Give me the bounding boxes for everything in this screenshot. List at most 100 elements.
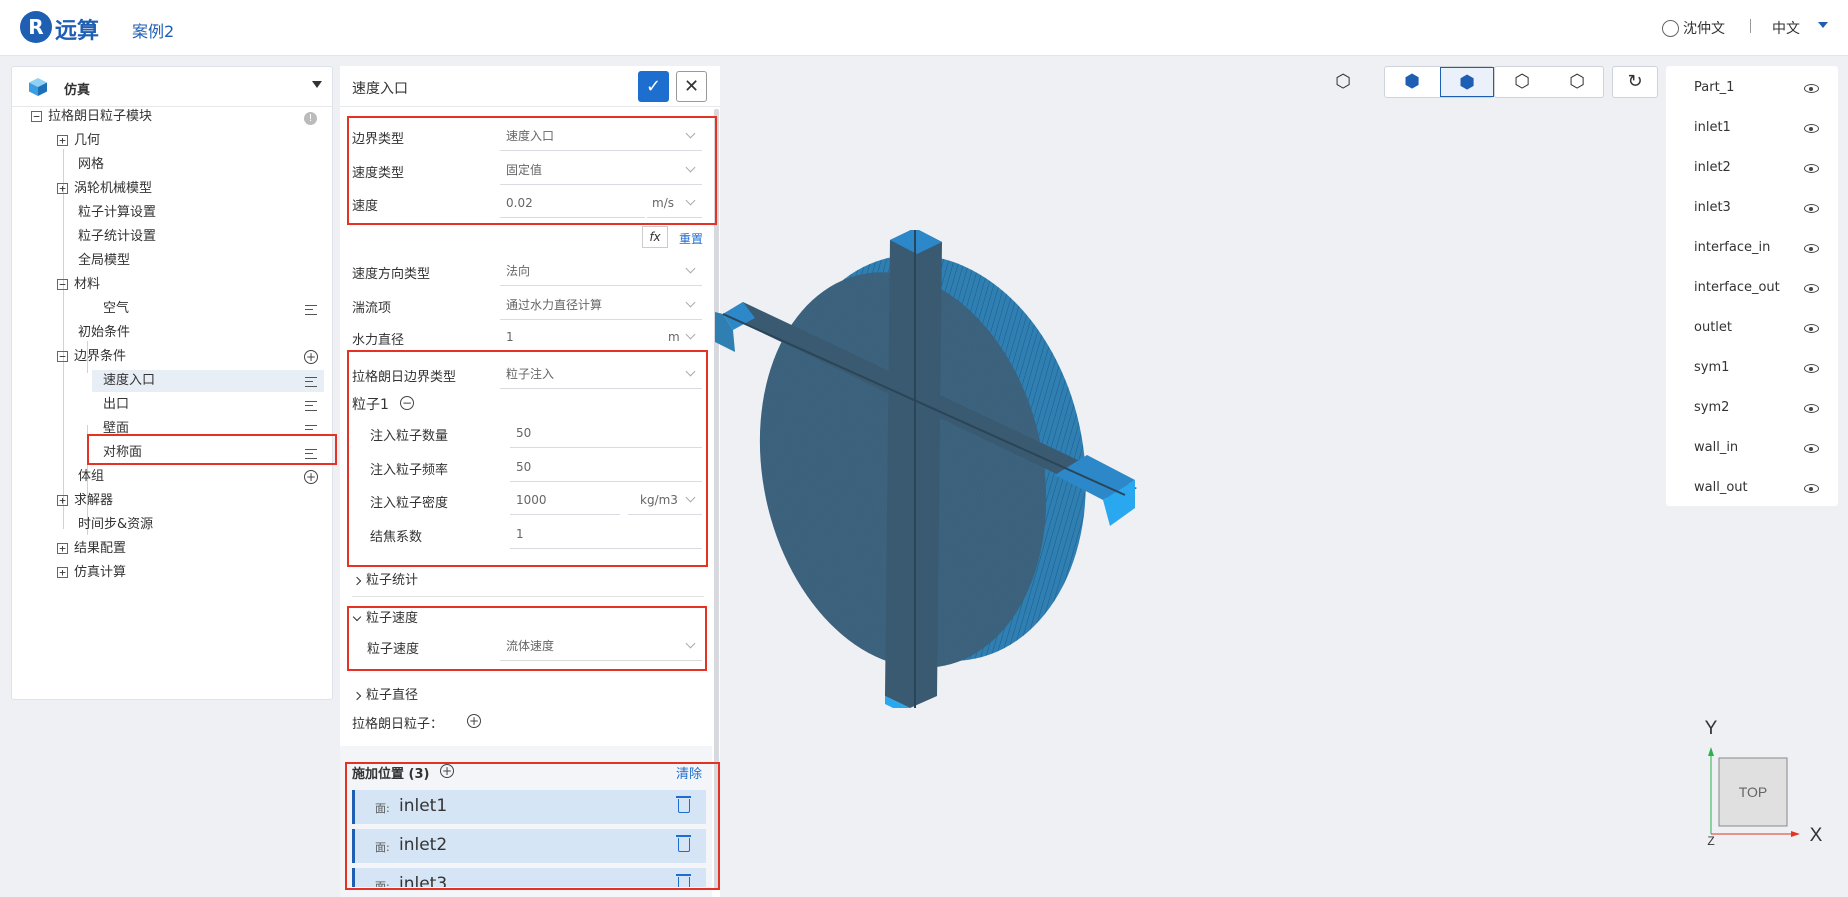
part-row[interactable]: interface_in (1666, 236, 1838, 262)
particle-diameter-section[interactable]: 粒子直径 (352, 684, 418, 703)
collapse-icon[interactable]: − (57, 279, 68, 290)
menu-icon[interactable] (305, 377, 317, 387)
reset-view-group: ↻ (1612, 66, 1658, 98)
expand-icon[interactable]: + (57, 543, 68, 554)
highlight-box (347, 116, 717, 225)
menu-icon[interactable] (305, 305, 317, 315)
eye-icon[interactable] (1804, 404, 1819, 413)
tree-item-geometry[interactable]: + 几何 (57, 130, 100, 152)
project-name[interactable]: 案例2 (132, 18, 174, 42)
tree-item-particle-calc[interactable]: 粒子计算设置 (78, 202, 156, 224)
part-row[interactable]: wall_out (1666, 476, 1838, 502)
collapse-icon[interactable]: − (57, 351, 68, 362)
expand-icon[interactable]: + (57, 567, 68, 578)
part-row[interactable]: inlet1 (1666, 116, 1838, 142)
view-group-1: ⬢ ⬢ (1384, 66, 1494, 98)
add-icon[interactable]: + (467, 714, 481, 728)
eye-icon[interactable] (1804, 364, 1819, 373)
eye-icon[interactable] (1804, 484, 1819, 493)
tree-item-velocity-inlet[interactable]: 速度入口 (92, 370, 324, 392)
logo-icon: R (20, 11, 52, 43)
formula-button[interactable]: fx (642, 226, 668, 248)
expand-icon[interactable]: + (57, 135, 68, 146)
eye-icon[interactable] (1804, 164, 1819, 173)
eye-icon[interactable] (1804, 284, 1819, 293)
eye-icon[interactable] (1804, 124, 1819, 133)
hydraulic-unit-select[interactable]: m (662, 322, 702, 352)
eye-icon[interactable] (1804, 244, 1819, 253)
cube-icon (29, 78, 47, 96)
view-iso-button[interactable]: ⬡ (1316, 67, 1370, 97)
chevron-down-icon[interactable] (1818, 22, 1828, 28)
part-label: outlet (1694, 320, 1732, 335)
view-bottom-button[interactable]: ⬡ (1550, 67, 1604, 97)
part-row[interactable]: sym1 (1666, 356, 1838, 382)
eye-icon[interactable] (1804, 204, 1819, 213)
view-group-2: ⬡ ⬡ (1494, 66, 1604, 98)
eye-icon[interactable] (1804, 324, 1819, 333)
part-row[interactable]: interface_out (1666, 276, 1838, 302)
part-label: wall_in (1694, 440, 1739, 455)
chevron-down-icon[interactable] (312, 81, 322, 88)
view-cube-label[interactable]: TOP (1739, 784, 1768, 800)
axis-indicator: TOP Y X Z (1705, 718, 1823, 848)
tree-item-mesh[interactable]: 网格 (78, 154, 104, 176)
refresh-icon[interactable]: ↻ (1613, 67, 1657, 97)
tree-line (63, 149, 64, 529)
tree-item-turbomachinery[interactable]: + 涡轮机械模型 (57, 178, 152, 200)
tree-item-body-group[interactable]: 体组 (78, 466, 104, 488)
direction-select[interactable]: 法向 (500, 256, 702, 286)
part-label: inlet1 (1694, 120, 1731, 135)
eye-icon[interactable] (1804, 444, 1819, 453)
part-row[interactable]: inlet3 (1666, 196, 1838, 222)
expand-icon[interactable]: + (57, 183, 68, 194)
add-icon[interactable]: + (304, 470, 318, 484)
close-button[interactable]: ✕ (676, 71, 707, 102)
top-bar: R 远算 案例2 沈仲文 中文 (0, 0, 1848, 56)
expand-icon[interactable]: + (57, 495, 68, 506)
user-menu[interactable]: 沈仲文 (1662, 18, 1725, 38)
view-front-button[interactable]: ⬢ (1385, 67, 1439, 97)
part-label: Part_1 (1694, 80, 1735, 95)
info-icon[interactable]: ! (304, 112, 317, 125)
part-label: interface_out (1694, 280, 1780, 295)
confirm-button[interactable]: ✓ (638, 71, 669, 102)
reset-link[interactable]: 重置 (679, 230, 703, 247)
language-select[interactable]: 中文 (1772, 18, 1800, 38)
view-right-button[interactable]: ⬢ (1440, 67, 1494, 97)
chevron-down-icon (685, 329, 696, 340)
tree-item-particle-stats[interactable]: 粒子统计设置 (78, 226, 156, 248)
tree-item-air[interactable]: 空气 (103, 298, 129, 320)
part-label: inlet3 (1694, 200, 1731, 215)
tree-item-results[interactable]: + 结果配置 (57, 538, 126, 560)
part-label: interface_in (1694, 240, 1771, 255)
tree-item-lagrangian-module[interactable]: − 拉格朗日粒子模块 (31, 106, 152, 128)
collapse-icon[interactable]: − (31, 111, 42, 122)
view-top-button[interactable]: ⬡ (1495, 67, 1549, 97)
turbulence-select[interactable]: 通过水力直径计算 (500, 290, 702, 320)
eye-icon[interactable] (1804, 84, 1819, 93)
mesh-viewport[interactable] (715, 230, 1145, 720)
panel-header[interactable]: 仿真 (12, 67, 332, 107)
tree-item-boundary-conditions[interactable]: − 边界条件 (57, 346, 126, 368)
tree-item-run[interactable]: + 仿真计算 (57, 562, 126, 584)
hydraulic-diameter-input[interactable]: 1 (500, 322, 660, 352)
part-row[interactable]: wall_in (1666, 436, 1838, 462)
menu-icon[interactable] (305, 401, 317, 411)
tree-item-outlet[interactable]: 出口 (103, 394, 129, 416)
part-row[interactable]: sym2 (1666, 396, 1838, 422)
add-icon[interactable]: + (304, 350, 318, 364)
panel-title: 仿真 (64, 83, 91, 98)
part-row[interactable]: inlet2 (1666, 156, 1838, 182)
tree-item-timestep[interactable]: 时间步&资源 (78, 514, 153, 536)
user-icon (1662, 19, 1679, 37)
chevron-right-icon (352, 691, 362, 700)
particle-stats-section[interactable]: 粒子统计 (352, 569, 418, 588)
tree-item-initial-conditions[interactable]: 初始条件 (78, 322, 130, 344)
tree-item-solver[interactable]: + 求解器 (57, 490, 113, 512)
part-row[interactable]: Part_1 (1666, 76, 1838, 102)
tree-item-global-model[interactable]: 全局模型 (78, 250, 130, 272)
tree-item-materials[interactable]: − 材料 (57, 274, 100, 296)
y-axis-label: Y (1705, 718, 1718, 739)
part-row[interactable]: outlet (1666, 316, 1838, 342)
